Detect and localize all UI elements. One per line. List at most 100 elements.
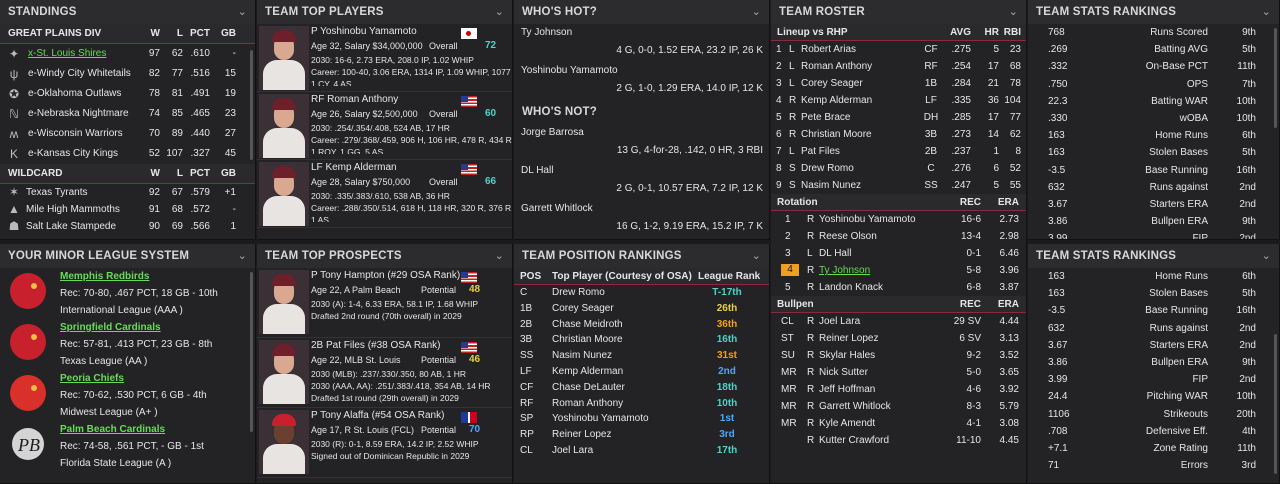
position-row[interactable]: 2B Chase Meidroth 36th (514, 317, 769, 333)
player-name[interactable]: Roman Anthony (552, 396, 623, 412)
standings-row[interactable]: ✪ e-Oklahoma Outlaws 78 81 .491 19 (0, 84, 255, 104)
team-name[interactable]: Mile High Mammoths (26, 201, 120, 218)
lineup-row[interactable]: 9 S Nasim Nunez SS .247 5 55 (771, 177, 1026, 194)
scrollbar[interactable] (250, 272, 253, 432)
standings-row[interactable]: ✦ x-St. Louis Shires 97 62 .610 - (0, 44, 255, 64)
player-name[interactable]: Nasim Nunez (552, 348, 612, 364)
prospect-card[interactable]: 2B Pat Files (#38 OSA Rank) Age 22, MLB S… (257, 338, 512, 408)
prospect-card[interactable]: P Tony Alaffa (#54 OSA Rank) Age 17, R St… (257, 408, 512, 478)
player-name[interactable]: Corey Seager (552, 301, 614, 317)
position-row[interactable]: RF Roman Anthony 10th (514, 396, 769, 412)
bullpen-row[interactable]: SU R Skylar Hales 9-2 3.52 (771, 347, 1026, 364)
player-photo[interactable] (259, 340, 309, 404)
player-name[interactable]: Reiner Lopez (552, 427, 611, 443)
player-name[interactable]: Nick Sutter (819, 364, 868, 381)
player-photo[interactable] (259, 162, 309, 226)
team-name[interactable]: e-Wisconsin Warriors (28, 124, 123, 144)
player-name[interactable]: Chase Meidroth (552, 317, 623, 333)
position-row[interactable]: CL Joel Lara 17th (514, 443, 769, 459)
player-name[interactable]: Kemp Alderman (801, 92, 872, 109)
chevron-down-icon[interactable]: ⌄ (238, 244, 247, 268)
lineup-row[interactable]: 4 R Kemp Alderman LF .335 36 104 (771, 92, 1026, 109)
rotation-row[interactable]: 3 L DL Hall 0-1 6.46 (771, 245, 1026, 262)
rotation-row[interactable]: 4 R Ty Johnson 5-8 3.96 (771, 262, 1026, 279)
player-card[interactable]: P Yoshinobu Yamamoto Age 32, Salary $34,0… (257, 24, 512, 92)
chevron-down-icon[interactable]: ⌄ (752, 244, 761, 268)
chevron-down-icon[interactable]: ⌄ (495, 0, 504, 24)
rotation-row[interactable]: 1 R Yoshinobu Yamamoto 16-6 2.73 (771, 211, 1026, 228)
player-name[interactable]: Joel Lara (552, 443, 593, 459)
player-photo[interactable] (259, 26, 309, 90)
prospect-card[interactable]: P Tony Hampton (#29 OSA Rank) Age 22, A P… (257, 268, 512, 338)
player-name[interactable]: Garrett Whitlock (521, 202, 593, 216)
position-row[interactable]: LF Kemp Alderman 2nd (514, 364, 769, 380)
player-name[interactable]: Joel Lara (819, 313, 860, 330)
team-name[interactable]: e-Windy City Whitetails (28, 64, 131, 84)
rotation-row[interactable]: 5 R Landon Knack 6-8 3.87 (771, 279, 1026, 296)
player-name[interactable]: Yoshinobu Yamamoto (819, 211, 916, 228)
team-name[interactable]: e-Nebraska Nightmare (28, 104, 129, 124)
player-name[interactable]: Garrett Whitlock (819, 398, 891, 415)
bullpen-row[interactable]: MR R Jeff Hoffman 4-6 3.92 (771, 381, 1026, 398)
position-row[interactable]: CF Chase DeLauter 18th (514, 380, 769, 396)
lineup-row[interactable]: 3 L Corey Seager 1B .284 21 78 (771, 75, 1026, 92)
team-name[interactable]: Salt Lake Stampede (26, 218, 116, 235)
team-name[interactable]: Texas Tyrants (26, 184, 88, 201)
lineup-row[interactable]: 5 R Pete Brace DH .285 17 77 (771, 109, 1026, 126)
standings-row[interactable]: ʍ e-Wisconsin Warriors 70 89 .440 27 (0, 124, 255, 144)
player-name[interactable]: Corey Seager (801, 75, 863, 92)
bullpen-row[interactable]: MR R Garrett Whitlock 8-3 5.79 (771, 398, 1026, 415)
rotation-row[interactable]: 2 R Reese Olson 13-4 2.98 (771, 228, 1026, 245)
player-name[interactable]: Pete Brace (801, 109, 850, 126)
position-row[interactable]: SS Nasim Nunez 31st (514, 348, 769, 364)
lineup-row[interactable]: 8 S Drew Romo C .276 6 52 (771, 160, 1026, 177)
player-name[interactable]: Yoshinobu Yamamoto (552, 411, 649, 427)
team-name[interactable]: Peoria Chiefs (60, 372, 124, 386)
player-name[interactable]: Kyle Amendt (819, 415, 875, 432)
prospect-name[interactable]: P Tony Alaffa (#54 OSA Rank) (311, 410, 444, 422)
player-name[interactable]: Reiner Lopez (819, 330, 878, 347)
scrollbar[interactable] (1274, 28, 1277, 128)
lineup-row[interactable]: 7 L Pat Files 2B .237 1 8 (771, 143, 1026, 160)
player-card[interactable]: LF Kemp Alderman Age 28, Salary $750,000 O… (257, 160, 512, 228)
bullpen-row[interactable]: CL R Joel Lara 29 SV 4.44 (771, 313, 1026, 330)
position-row[interactable]: C Drew Romo T-17th (514, 285, 769, 301)
lineup-row[interactable]: 2 L Roman Anthony RF .254 17 68 (771, 58, 1026, 75)
wildcard-row[interactable]: ☗ Salt Lake Stampede 90 69 .566 1 (0, 218, 255, 235)
standings-row[interactable]: ℕe-Nebraska Nightmare 74 85 .465 23 (0, 104, 255, 124)
scrollbar[interactable] (250, 50, 253, 160)
player-name[interactable]: Landon Knack (819, 279, 883, 296)
player-name[interactable]: Nasim Nunez (801, 177, 861, 194)
chevron-down-icon[interactable]: ⌄ (238, 0, 247, 24)
player-name[interactable]: Reese Olson (819, 228, 877, 245)
hot-player[interactable]: Jorge Barrosa 13 G, 4-for-28, .142, 0 HR,… (514, 124, 769, 162)
player-photo[interactable] (259, 270, 309, 334)
player-name[interactable]: Skylar Hales (819, 347, 875, 364)
minor-team[interactable]: PB Palm Beach Cardinals Rec: 74-58, .561 P… (0, 421, 255, 472)
chevron-down-icon[interactable]: ⌄ (1262, 244, 1271, 268)
bullpen-row[interactable]: R Kutter Crawford 11-10 4.45 (771, 432, 1026, 449)
position-row[interactable]: RP Reiner Lopez 3rd (514, 427, 769, 443)
player-photo[interactable] (259, 94, 309, 158)
team-name[interactable]: Memphis Redbirds (60, 270, 149, 284)
hot-player[interactable]: DL Hall 2 G, 0-1, 10.57 ERA, 7.2 IP, 12 K (514, 162, 769, 200)
team-name[interactable]: x-St. Louis Shires (28, 44, 106, 64)
scrollbar[interactable] (1274, 334, 1277, 474)
prospect-name[interactable]: 2B Pat Files (#38 OSA Rank) (311, 340, 441, 352)
position-row[interactable]: 3B Christian Moore 16th (514, 332, 769, 348)
player-name[interactable]: Chase DeLauter (552, 380, 625, 396)
chevron-down-icon[interactable]: ⌄ (1009, 0, 1018, 24)
player-name[interactable]: DL Hall (819, 245, 851, 262)
team-name[interactable]: Springfield Cardinals (60, 321, 161, 335)
lineup-row[interactable]: 6 R Christian Moore 3B .273 14 62 (771, 126, 1026, 143)
bullpen-row[interactable]: MR R Nick Sutter 5-0 3.65 (771, 364, 1026, 381)
bullpen-row[interactable]: ST R Reiner Lopez 6 SV 3.13 (771, 330, 1026, 347)
player-name[interactable]: Drew Romo (801, 160, 854, 177)
hot-player[interactable]: Ty Johnson 4 G, 0-0, 1.52 ERA, 23.2 IP, 2… (514, 24, 769, 62)
wildcard-row[interactable]: ✶ Texas Tyrants 92 67 .579 +1 (0, 184, 255, 201)
player-name[interactable]: Pat Files (801, 143, 840, 160)
player-name[interactable]: RF Roman Anthony (311, 94, 398, 106)
player-name[interactable]: Ty Johnson (521, 26, 572, 40)
player-card[interactable]: RF Roman Anthony Age 26, Salary $2,500,00… (257, 92, 512, 160)
player-name[interactable]: Jorge Barrosa (521, 126, 584, 140)
